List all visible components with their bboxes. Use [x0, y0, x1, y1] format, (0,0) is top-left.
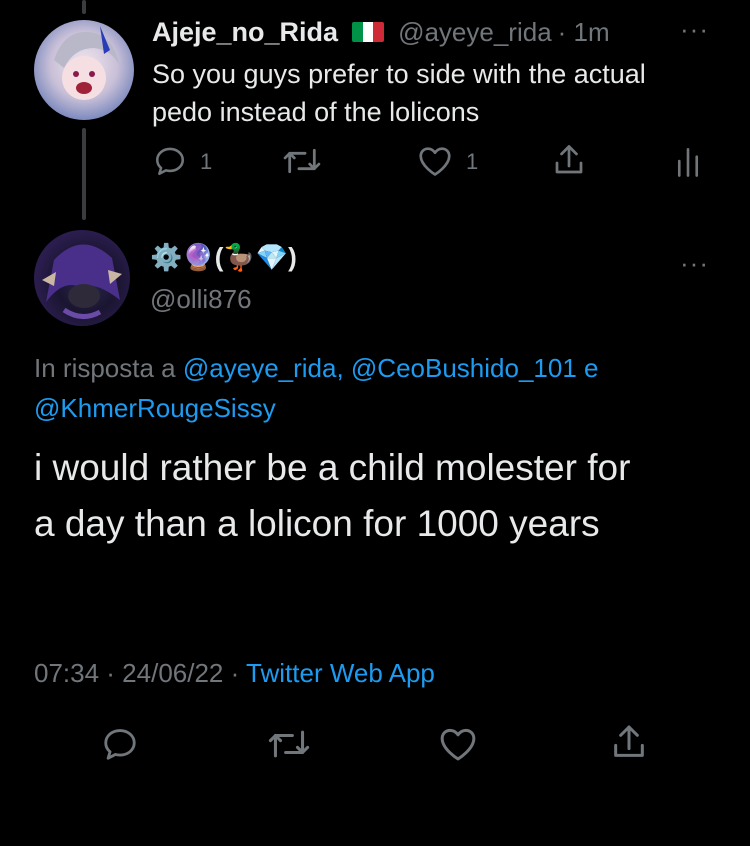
reply-to: In risposta a @ayeye_rida, @CeoBushido_1… [34, 348, 598, 428]
tweet-source[interactable]: Twitter Web App [246, 658, 435, 688]
like-icon[interactable] [417, 144, 453, 178]
tweet-text-line: i would rather be a child molester for [34, 447, 631, 488]
tweet-text: So you guys prefer to side with the actu… [152, 55, 646, 131]
retweet-icon[interactable] [282, 144, 322, 178]
thread-line [82, 128, 86, 220]
share-icon[interactable] [610, 722, 648, 762]
handle[interactable]: @olli876 [150, 284, 252, 315]
timestamp[interactable]: · 1m [558, 17, 610, 48]
retweet-icon[interactable] [267, 725, 311, 763]
tweet-text: i would rather be a child molester for a… [34, 440, 630, 552]
more-options-icon[interactable]: ··· [680, 14, 709, 45]
display-name[interactable]: ⚙️🔮(🦆💎) [150, 242, 297, 273]
avatar[interactable] [34, 20, 134, 120]
display-name[interactable]: Ajeje_no_Rida [152, 17, 338, 48]
tweet-meta: 07:34 · 24/06/22 · Twitter Web App [34, 658, 435, 689]
reply-icon[interactable] [152, 144, 188, 178]
reply-count: 1 [200, 149, 213, 174]
reply-to-mentions[interactable]: @ayeye_rida, @CeoBushido_101 e [183, 353, 599, 383]
reply-to-mention[interactable]: @KhmerRougeSissy [34, 388, 598, 428]
share-icon[interactable] [552, 142, 586, 178]
analytics-icon[interactable] [676, 145, 700, 177]
tweet-text-line: pedo instead of the lolicons [152, 97, 480, 127]
tweet-text-line: a day than a lolicon for 1000 years [34, 503, 600, 544]
flag-icon [352, 22, 385, 42]
tweet-text-line: So you guys prefer to side with the actu… [152, 59, 646, 89]
thread-line-top [82, 0, 86, 14]
more-options-icon[interactable]: ··· [680, 248, 709, 279]
like-icon[interactable] [438, 725, 478, 763]
avatar[interactable] [34, 230, 130, 326]
handle[interactable]: @ayeye_rida [398, 17, 552, 48]
like-count: 1 [466, 149, 479, 174]
reply-icon[interactable] [100, 725, 140, 763]
reply-to-prefix: In risposta a [34, 353, 176, 383]
tweet-timestamp[interactable]: 07:34 · 24/06/22 · [34, 658, 239, 688]
tweet-header: Ajeje_no_Rida @ayeye_rida · 1m [152, 14, 610, 50]
